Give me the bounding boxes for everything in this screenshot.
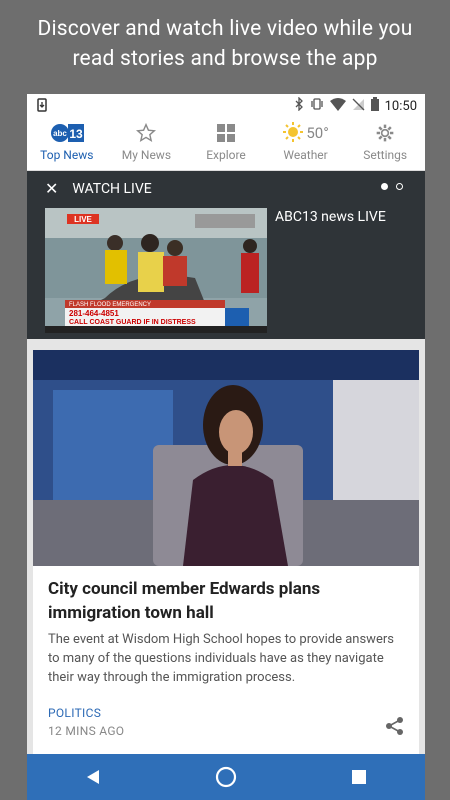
sun-icon bbox=[282, 121, 304, 146]
bluetooth-icon bbox=[294, 96, 304, 115]
tab-label: Top News bbox=[40, 148, 94, 162]
recents-button[interactable] bbox=[339, 757, 379, 797]
tab-settings[interactable]: Settings bbox=[345, 116, 425, 170]
ticker-phone: 281-464-4851 bbox=[69, 309, 119, 318]
live-badge: LIVE bbox=[74, 215, 92, 224]
live-stream-title[interactable]: ABC13 news LIVE bbox=[275, 209, 386, 225]
watch-live-label: WATCH LIVE bbox=[72, 180, 152, 197]
abc13-logo-icon: abc 13 bbox=[50, 122, 84, 144]
status-bar: 10:50 bbox=[27, 94, 425, 116]
download-icon bbox=[37, 98, 47, 116]
tab-label: Weather bbox=[283, 148, 328, 162]
promo-line-2: read stories and browse the app bbox=[72, 47, 378, 71]
phone-screen: 10:50 abc 13 Top News My News Explore 50… bbox=[27, 94, 425, 800]
tab-explore[interactable]: Explore bbox=[186, 116, 266, 170]
tab-weather[interactable]: 50° Weather bbox=[266, 116, 346, 170]
svg-text:13: 13 bbox=[69, 127, 83, 141]
watch-live-header: ✕ WATCH LIVE bbox=[45, 179, 152, 198]
carousel-dot[interactable] bbox=[396, 183, 403, 190]
vibrate-icon bbox=[310, 97, 324, 115]
article-summary: The event at Wisdom High School hopes to… bbox=[48, 632, 394, 685]
tab-bar: abc 13 Top News My News Explore 50° Weath… bbox=[27, 116, 425, 171]
article-category[interactable]: POLITICS bbox=[48, 706, 101, 720]
system-nav-bar bbox=[27, 754, 425, 800]
live-video-thumbnail[interactable]: LIVE FLASH FLOOD EMERGENCY 281-464-4851 … bbox=[45, 208, 267, 333]
no-signal-icon bbox=[352, 98, 365, 115]
ticker-message: CALL COAST GUARD IF IN DISTRESS bbox=[69, 319, 196, 326]
article-timestamp: 12 MINS AGO bbox=[48, 724, 125, 738]
share-icon[interactable] bbox=[385, 716, 405, 740]
carousel-indicator bbox=[381, 183, 403, 190]
star-icon bbox=[136, 122, 157, 144]
status-time: 10:50 bbox=[384, 98, 417, 114]
ticker-top: FLASH FLOOD EMERGENCY bbox=[69, 302, 151, 308]
close-icon[interactable]: ✕ bbox=[45, 179, 58, 198]
tab-label: My News bbox=[121, 148, 172, 162]
tab-top-news[interactable]: abc 13 Top News bbox=[27, 116, 107, 170]
article-headline[interactable]: City council member Edwards plans immigr… bbox=[48, 577, 408, 625]
carousel-dot-active[interactable] bbox=[381, 183, 388, 190]
wifi-icon bbox=[329, 97, 346, 115]
promo-text: Discover and watch live video while you … bbox=[0, 14, 450, 74]
back-button[interactable] bbox=[73, 757, 113, 797]
battery-icon bbox=[370, 97, 379, 115]
tab-my-news[interactable]: My News bbox=[107, 116, 187, 170]
tab-label: Explore bbox=[206, 148, 246, 162]
gear-icon bbox=[375, 122, 395, 144]
watch-live-panel: ✕ WATCH LIVE LIVE FLASH FLOOD EMERGENCY … bbox=[27, 171, 425, 339]
article-hero-image[interactable] bbox=[33, 350, 419, 566]
article-card[interactable]: City council member Edwards plans immigr… bbox=[33, 350, 419, 760]
svg-text:abc: abc bbox=[53, 129, 67, 138]
grid-icon bbox=[216, 122, 235, 144]
home-button[interactable] bbox=[206, 757, 246, 797]
tab-label: Settings bbox=[363, 148, 408, 162]
promo-line-1: Discover and watch live video while you bbox=[37, 17, 413, 41]
weather-temp: 50° bbox=[306, 124, 329, 142]
